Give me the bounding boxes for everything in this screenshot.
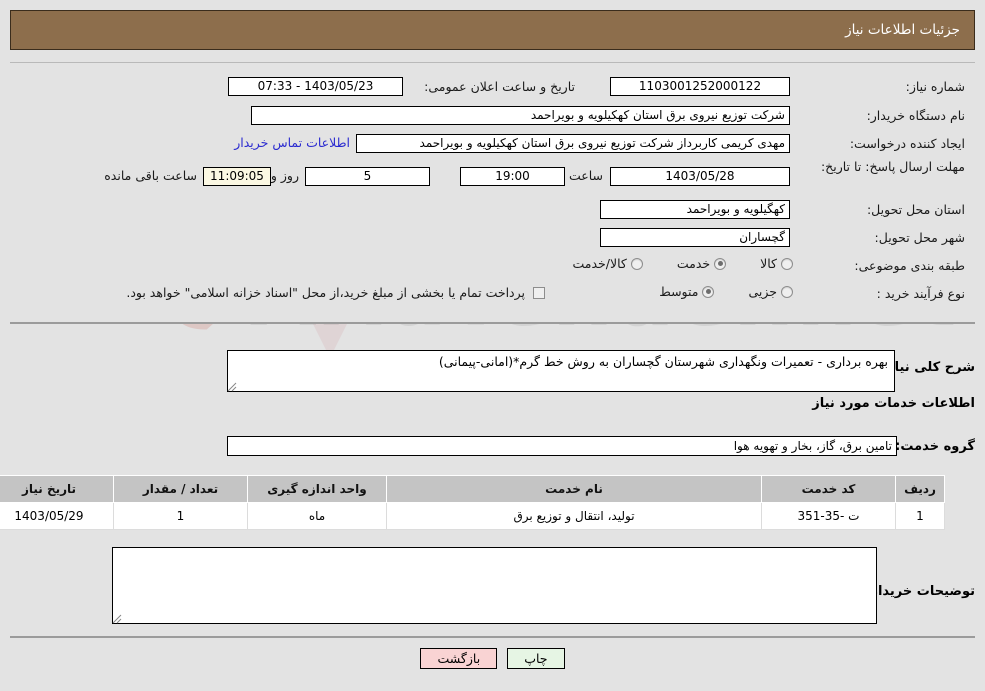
creator-row: ایجاد کننده درخواست: [800,136,965,151]
cell-unit: ماه [247,502,387,530]
services-panel: شرح کلی نیاز: بهره برداری - تعمیرات ونگه… [0,326,975,636]
footer-divider [10,636,975,638]
category-option-label: کالا [760,256,777,271]
process-radio-group: جزیی متوسط [655,284,793,299]
process-option-motavaset[interactable]: متوسط [655,284,715,299]
buyer-org-label: نام دستگاه خریدار: [866,108,965,123]
announce-label: تاریخ و ساعت اعلان عمومی: [424,79,575,94]
city-label: شهر محل تحویل: [874,230,965,245]
category-label: طبقه بندی موضوعی: [854,258,965,273]
category-option-kala[interactable]: کالا [756,256,793,271]
deadline-label-row: مهلت ارسال پاسخ: تا تاریخ: [800,159,965,174]
deadline-date-value: 1403/05/28 [610,167,790,186]
services-table-wrapper: ردیف کد خدمت نام خدمت واحد اندازه گیری ت… [0,475,945,530]
time-remaining-value: 11:09:05 [203,167,271,186]
creator-label: ایجاد کننده درخواست: [849,136,965,151]
process-option-jozi[interactable]: جزیی [744,284,793,299]
category-option-label: خدمت [676,256,711,271]
deadline-label: مهلت ارسال پاسخ: تا تاریخ: [820,159,965,174]
process-option-label: جزیی [748,284,777,299]
announce-value: 1403/05/23 - 07:33 [228,77,403,96]
need-info-panel: شماره نیاز: 1103001252000122 تاریخ و ساع… [10,62,975,324]
col-need-date: تاریخ نیاز [0,475,114,503]
description-label: شرح کلی نیاز: [881,360,975,375]
buyer-notes-label: توضیحات خریدار: [865,584,975,599]
need-number-label: شماره نیاز: [905,79,965,94]
col-row-no: ردیف [895,475,945,503]
treasury-bonds-checkbox[interactable] [533,287,545,299]
table-row: 1 ت -35-351 تولید، انتقال و توزیع برق ما… [0,502,945,530]
window-header: جزئیات اطلاعات نیاز [10,10,975,50]
cell-quantity: 1 [113,502,248,530]
services-table: ردیف کد خدمت نام خدمت واحد اندازه گیری ت… [0,475,945,530]
col-service-name: نام خدمت [386,475,762,503]
buyer-org-row: نام دستگاه خریدار: [800,108,965,123]
description-textarea[interactable]: بهره برداری - تعمیرات ونگهداری شهرستان گ… [227,350,895,392]
cell-row-no: 1 [895,502,945,530]
radio-icon[interactable] [714,257,727,270]
service-group-label: گروه خدمت: [895,439,975,454]
need-number-row: شماره نیاز: [800,79,965,94]
province-row: استان محل تحویل: [800,202,965,217]
buyer-notes-textarea[interactable] [112,547,877,624]
treasury-bonds-note: پرداخت تمام یا بخشی از مبلغ خرید،از محل … [126,285,525,300]
print-button[interactable]: چاپ [507,648,565,669]
process-label: نوع فرآیند خرید : [876,286,965,301]
category-row: طبقه بندی موضوعی: [800,258,965,273]
process-row: نوع فرآیند خرید : [800,286,965,301]
category-option-kala-khedmat[interactable]: کالا/خدمت [568,256,643,271]
deadline-hour-value: 19:00 [460,167,565,186]
page-title: جزئیات اطلاعات نیاز [845,22,960,38]
page-root: AriaTender.net جزئیات اطلاعات نیاز شماره… [0,0,985,691]
col-service-code: کد خدمت [761,475,896,503]
need-number-value: 1103001252000122 [610,77,790,96]
buyer-contact-link[interactable]: اطلاعات تماس خریدار [234,135,350,150]
announce-label-row: تاریخ و ساعت اعلان عمومی: [424,79,575,94]
cell-need-date: 1403/05/29 [0,502,114,530]
buyer-org-value: شرکت توزیع نیروی برق استان کهکیلویه و بو… [251,106,790,125]
radio-icon[interactable] [781,285,793,298]
radio-icon[interactable] [702,285,715,298]
back-button[interactable]: بازگشت [420,648,498,669]
service-group-value: تامین برق، گاز، بخار و تهویه هوا [227,436,897,456]
category-option-label: کالا/خدمت [572,256,627,271]
col-quantity: تعداد / مقدار [113,475,248,503]
days-remaining-value: 5 [305,167,430,186]
city-value: گچساران [600,228,790,247]
process-option-label: متوسط [659,284,699,299]
creator-value: مهدی کریمی کاربرداز شرکت توزیع نیروی برق… [356,134,790,153]
deadline-hour-label: ساعت [568,168,603,183]
table-header-row: ردیف کد خدمت نام خدمت واحد اندازه گیری ت… [0,475,945,503]
category-option-khedmat[interactable]: خدمت [673,256,727,271]
province-value: کهگیلویه و بویراحمد [600,200,790,219]
province-label: استان محل تحویل: [866,202,965,217]
radio-icon[interactable] [781,257,793,270]
cell-service-name: تولید، انتقال و توزیع برق [386,502,762,530]
col-unit: واحد اندازه گیری [247,475,387,503]
radio-icon[interactable] [630,257,643,270]
footer-button-row: بازگشت چاپ [0,648,985,669]
category-radio-group: کالا خدمت کالا/خدمت [568,256,793,271]
services-section-title: اطلاعات خدمات مورد نیاز [812,396,975,411]
time-remaining-label: ساعت باقی مانده [104,168,197,183]
days-remaining-label: روز و [270,168,299,183]
cell-service-code: ت -35-351 [761,502,896,530]
city-row: شهر محل تحویل: [800,230,965,245]
